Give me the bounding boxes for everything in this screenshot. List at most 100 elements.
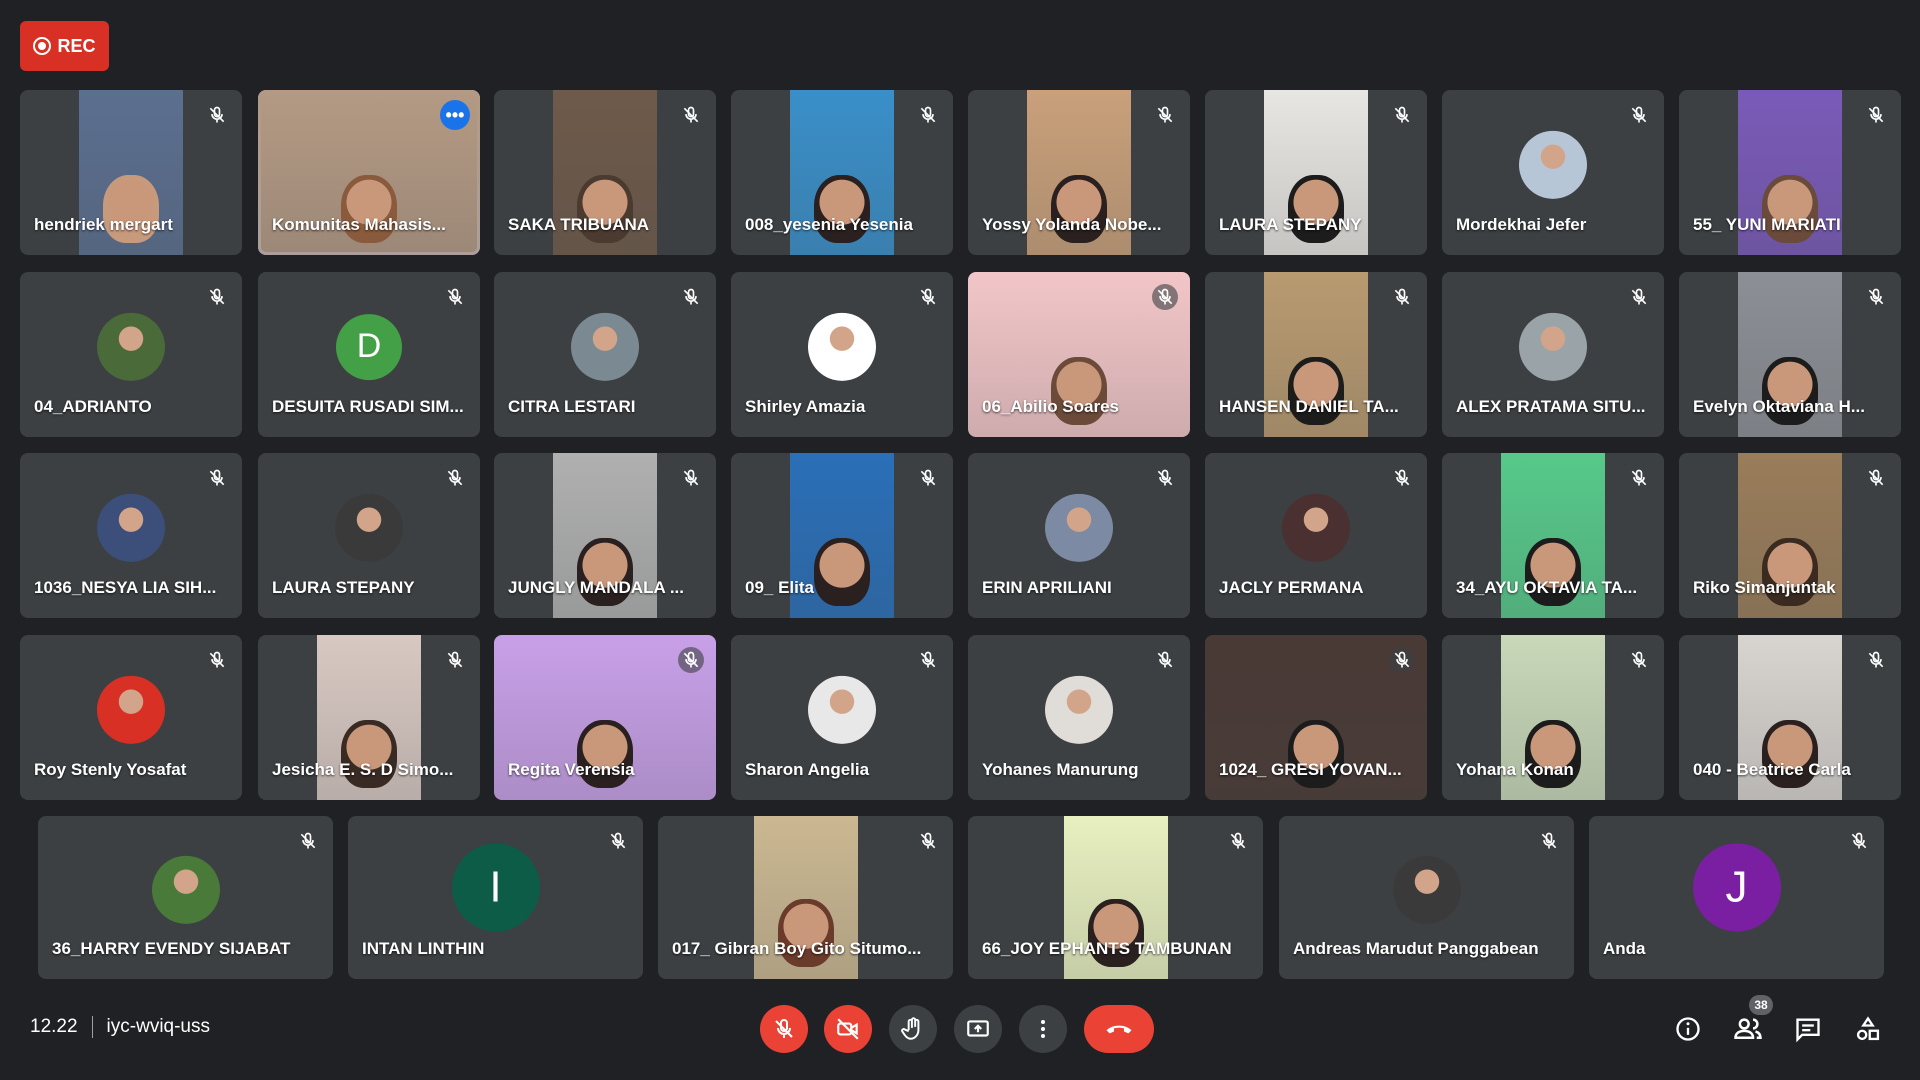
avatar <box>1519 312 1587 381</box>
avatar <box>1282 493 1350 562</box>
participant-tile[interactable]: 017_ Gibran Boy Gito Situmo... <box>658 816 953 979</box>
participant-name: hendriek mergart <box>34 215 173 234</box>
participant-tile[interactable]: Riko Simanjuntak <box>1679 453 1901 618</box>
participant-name: Yohana Konan <box>1456 760 1574 779</box>
mic-off-icon <box>1626 647 1652 673</box>
mic-off-icon <box>1389 647 1415 673</box>
more-vert-icon <box>1041 1020 1045 1038</box>
meeting-info-button[interactable] <box>1672 1013 1704 1045</box>
participant-tile[interactable]: LAURA STEPANY <box>258 453 480 618</box>
mic-off-icon <box>915 647 941 673</box>
mic-toggle-button[interactable] <box>760 1005 808 1053</box>
participant-tile[interactable]: Yohana Konan <box>1442 635 1664 800</box>
participant-tile[interactable]: J Anda <box>1589 816 1884 979</box>
participant-tile[interactable]: Yossy Yolanda Nobe... <box>968 90 1190 255</box>
participant-tile[interactable]: LAURA STEPANY <box>1205 90 1427 255</box>
participant-name: Anda <box>1603 939 1646 958</box>
mic-off-icon <box>204 284 230 310</box>
mic-off-icon <box>772 1017 796 1041</box>
participant-name: 1036_NESYA LIA SIH... <box>34 578 217 597</box>
participant-tile[interactable]: I INTAN LINTHIN <box>348 816 643 979</box>
participant-tile[interactable]: CITRA LESTARI <box>494 272 716 437</box>
videocam-off-icon <box>837 1018 859 1040</box>
avatar <box>97 675 165 744</box>
tile-more-options-icon[interactable]: ••• <box>440 100 470 130</box>
participant-tile[interactable]: Roy Stenly Yosafat <box>20 635 242 800</box>
participant-tile[interactable]: ALEX PRATAMA SITU... <box>1442 272 1664 437</box>
mic-off-icon <box>1863 102 1889 128</box>
participant-tile[interactable]: 008_yesenia Yesenia <box>731 90 953 255</box>
participant-tile[interactable]: Mordekhai Jefer <box>1442 90 1664 255</box>
participant-tile[interactable]: 06_Abilio Soares <box>968 272 1190 437</box>
camera-toggle-button[interactable] <box>824 1005 872 1053</box>
mic-off-icon <box>915 828 941 854</box>
participant-name: DESUITA RUSADI SIM... <box>272 397 464 416</box>
participant-name: Yohanes Manurung <box>982 760 1139 779</box>
mic-off-icon <box>678 102 704 128</box>
participant-name: ERIN APRILIANI <box>982 578 1112 597</box>
mic-off-icon <box>1863 465 1889 491</box>
participant-tile[interactable]: ••• Komunitas Mahasis... <box>258 90 480 255</box>
avatar <box>571 312 639 381</box>
participant-tile[interactable]: JUNGLY MANDALA ... <box>494 453 716 618</box>
avatar <box>97 493 165 562</box>
meeting-time: 12.22 <box>30 1016 78 1037</box>
mic-off-icon <box>1225 828 1251 854</box>
participant-tile[interactable]: 040 - Beatrice Carla <box>1679 635 1901 800</box>
mic-off-icon <box>295 828 321 854</box>
participant-tile[interactable]: 66_JOY EPHANTS TAMBUNAN <box>968 816 1263 979</box>
mic-off-icon <box>605 828 631 854</box>
mic-off-icon <box>1389 284 1415 310</box>
mic-off-icon <box>915 102 941 128</box>
chat-button[interactable] <box>1792 1013 1824 1045</box>
participant-tile[interactable]: JACLY PERMANA <box>1205 453 1427 618</box>
participant-tile[interactable]: Regita Verensia <box>494 635 716 800</box>
avatar <box>808 312 876 381</box>
participant-tile[interactable]: 34_AYU OKTAVIA TA... <box>1442 453 1664 618</box>
participant-tile[interactable]: 1024_ GRESI YOVAN... <box>1205 635 1427 800</box>
participant-tile[interactable]: D DESUITA RUSADI SIM... <box>258 272 480 437</box>
participant-tile[interactable]: Evelyn Oktaviana H... <box>1679 272 1901 437</box>
participant-name: INTAN LINTHIN <box>362 939 485 958</box>
participant-tile[interactable]: Shirley Amazia <box>731 272 953 437</box>
avatar <box>1392 855 1461 924</box>
mic-off-icon <box>1389 465 1415 491</box>
participant-name: 55_ YUNI MARIATI <box>1693 215 1841 234</box>
participant-name: 040 - Beatrice Carla <box>1693 760 1851 779</box>
raise-hand-button[interactable] <box>889 1005 937 1053</box>
end-call-button[interactable] <box>1084 1005 1154 1053</box>
participant-tile[interactable]: 09_ Elita <box>731 453 953 618</box>
activities-button[interactable] <box>1852 1013 1884 1045</box>
mic-off-icon <box>204 647 230 673</box>
participant-name: CITRA LESTARI <box>508 397 636 416</box>
call-end-icon <box>1106 1025 1132 1034</box>
participant-tile[interactable]: SAKA TRIBUANA <box>494 90 716 255</box>
present-button[interactable] <box>954 1005 1002 1053</box>
participant-tile[interactable]: 55_ YUNI MARIATI <box>1679 90 1901 255</box>
mic-off-icon <box>915 284 941 310</box>
participant-tile[interactable]: Andreas Marudut Panggabean <box>1279 816 1574 979</box>
participant-tile[interactable]: ERIN APRILIANI <box>968 453 1190 618</box>
recording-indicator: REC <box>20 21 109 71</box>
mic-off-icon <box>1863 284 1889 310</box>
mic-off-icon <box>442 284 468 310</box>
mic-off-icon <box>1626 465 1652 491</box>
participant-tile[interactable]: Sharon Angelia <box>731 635 953 800</box>
meeting-code[interactable]: iyc-wviq-uss <box>107 1016 210 1038</box>
participant-name: 017_ Gibran Boy Gito Situmo... <box>672 939 922 958</box>
participant-tile[interactable]: 1036_NESYA LIA SIH... <box>20 453 242 618</box>
participant-tile[interactable]: Yohanes Manurung <box>968 635 1190 800</box>
participant-tile[interactable]: HANSEN DANIEL TA... <box>1205 272 1427 437</box>
participant-name: 09_ Elita <box>745 578 814 597</box>
participant-tile[interactable]: 04_ADRIANTO <box>20 272 242 437</box>
mic-off-icon <box>1152 647 1178 673</box>
participant-tile[interactable]: 36_HARRY EVENDY SIJABAT <box>38 816 333 979</box>
participant-tile[interactable]: Jesicha E. S. D Simo... <box>258 635 480 800</box>
participant-name: 34_AYU OKTAVIA TA... <box>1456 578 1638 597</box>
participant-name: Regita Verensia <box>508 760 635 779</box>
participant-tile[interactable]: hendriek mergart <box>20 90 242 255</box>
participant-name: Shirley Amazia <box>745 397 866 416</box>
more-options-button[interactable] <box>1019 1005 1067 1053</box>
participant-name: Mordekhai Jefer <box>1456 215 1587 234</box>
people-button[interactable] <box>1732 1013 1764 1045</box>
